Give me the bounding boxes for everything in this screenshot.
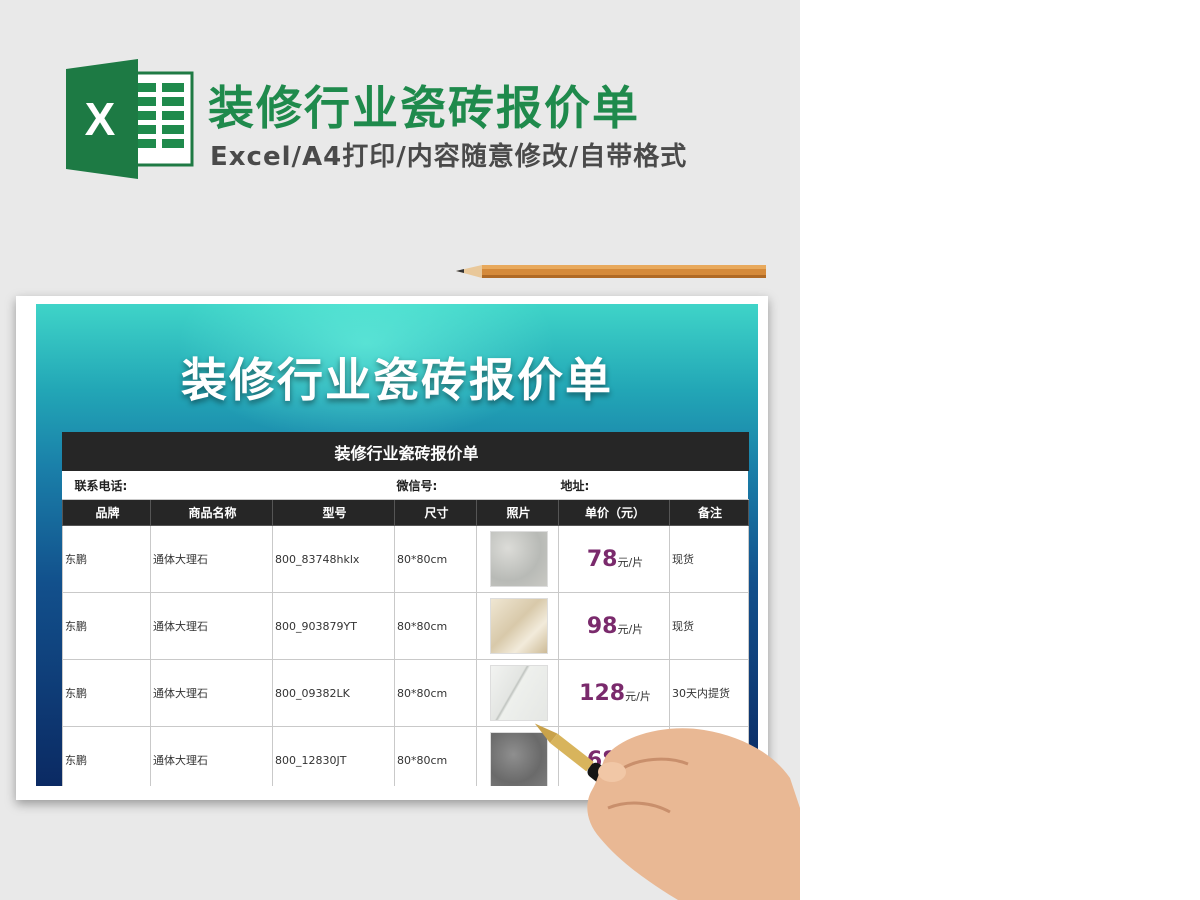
cell-note: 现货 <box>668 592 750 660</box>
address-label: 地址: <box>558 470 749 500</box>
pencil-icon <box>456 265 766 278</box>
cell-model: 800_903879YT <box>272 592 395 660</box>
tile-photo-light-gray <box>489 531 548 587</box>
cell-brand: 东鹏 <box>62 726 151 786</box>
cell-model: 800_83748hklx <box>272 525 395 593</box>
cell-photo <box>476 592 559 660</box>
cell-price: 78元/片 <box>558 525 670 593</box>
cell-model: 800_09382LK <box>272 659 395 727</box>
phone-label: 联系电话: <box>62 470 395 500</box>
cell-price: 98元/片 <box>558 592 670 660</box>
table-row: 东鹏 通体大理石 800_903879YT 80*80cm 98元/片 现货 <box>62 592 750 660</box>
cell-note: 现货 <box>668 525 750 593</box>
col-brand: 品牌 <box>62 499 151 526</box>
col-model: 型号 <box>272 499 395 526</box>
cell-brand: 东鹏 <box>62 659 151 727</box>
cell-name: 通体大理石 <box>150 592 273 660</box>
cell-size: 80*80cm <box>394 659 477 727</box>
col-photo: 照片 <box>476 499 559 526</box>
cell-photo <box>476 525 559 593</box>
cell-brand: 东鹏 <box>62 525 151 593</box>
cell-size: 80*80cm <box>394 525 477 593</box>
banner-title: 装修行业瓷砖报价单 <box>181 353 613 407</box>
wechat-label: 微信号: <box>394 470 559 500</box>
page-subtitle: Excel/A4打印/内容随意修改/自带格式 <box>210 142 688 172</box>
col-size: 尺寸 <box>394 499 477 526</box>
cell-brand: 东鹏 <box>62 592 151 660</box>
col-note: 备注 <box>668 499 750 526</box>
cell-size: 80*80cm <box>394 592 477 660</box>
cell-size: 80*80cm <box>394 726 477 786</box>
table-row: 东鹏 通体大理石 800_83748hklx 80*80cm 78元/片 现货 <box>62 525 750 593</box>
cell-model: 800_12830JT <box>272 726 395 786</box>
cell-name: 通体大理石 <box>150 525 273 593</box>
cell-name: 通体大理石 <box>150 659 273 727</box>
page-title: 装修行业瓷砖报价单 <box>208 81 640 135</box>
table-title: 装修行业瓷砖报价单 <box>61 432 750 471</box>
column-header-row: 品牌 商品名称 型号 尺寸 照片 单价（元） 备注 <box>62 499 750 526</box>
svg-text:X: X <box>85 93 116 145</box>
hand-with-pen-icon <box>534 723 800 900</box>
col-price: 单价（元） <box>558 499 670 526</box>
col-name: 商品名称 <box>150 499 273 526</box>
cell-name: 通体大理石 <box>150 726 273 786</box>
excel-logo-icon: X <box>66 59 194 179</box>
tile-photo-beige <box>489 598 548 654</box>
